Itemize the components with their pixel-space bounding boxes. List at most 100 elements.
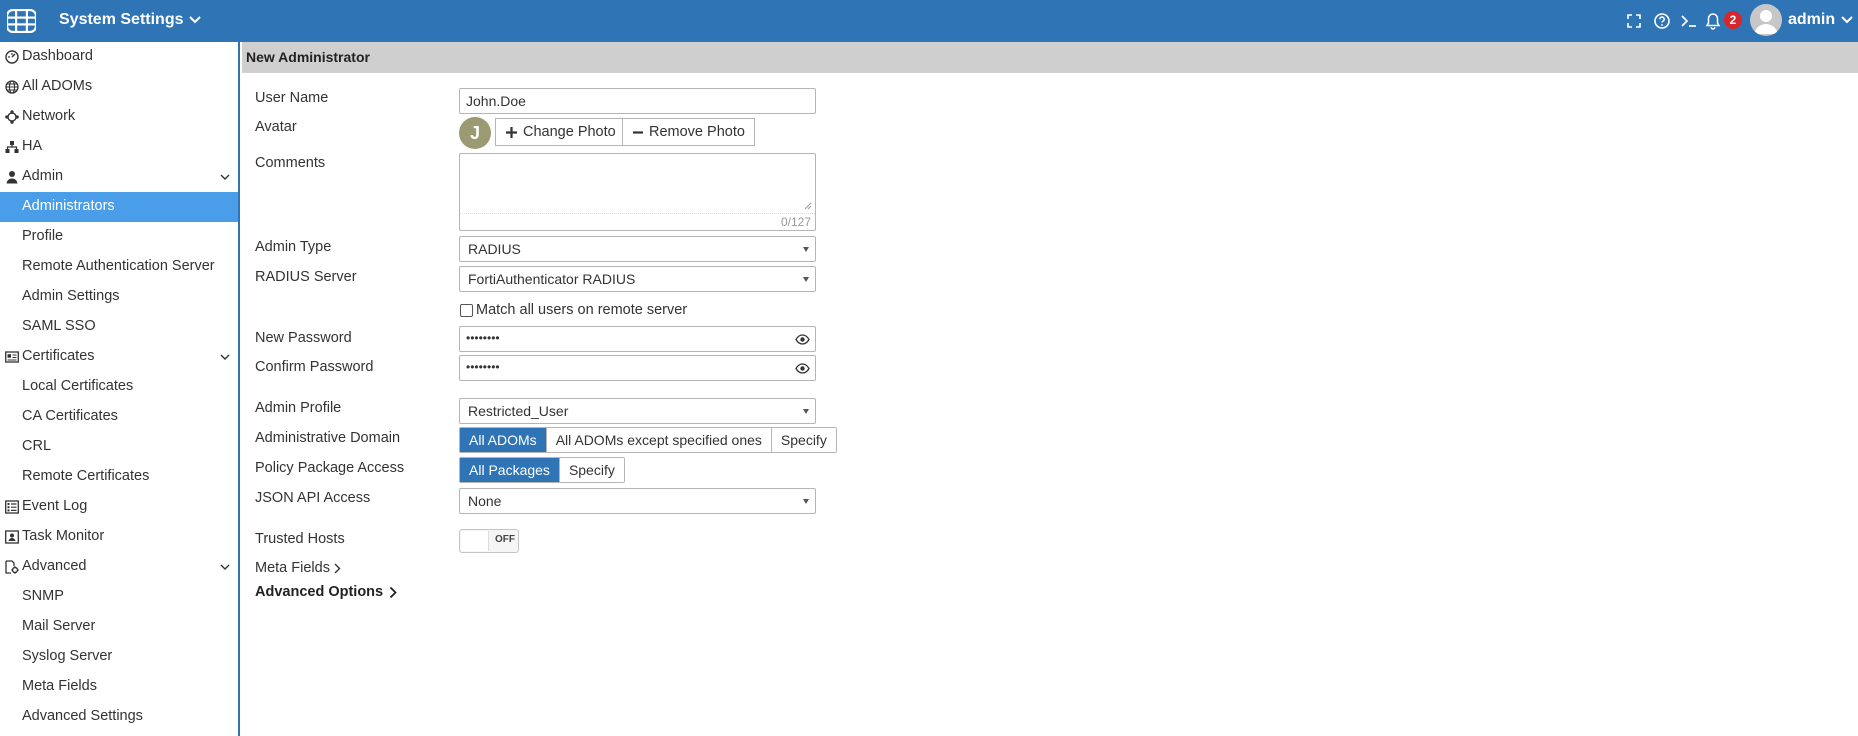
sidebar-item-local-certificates[interactable]: Local Certificates (0, 372, 238, 402)
sidebar-item-network[interactable]: Network (0, 102, 238, 132)
admin-domain-selector: All ADOMs All ADOMs except specified one… (459, 427, 837, 453)
match-all-users-checkbox[interactable] (460, 303, 473, 317)
meta-fields-expander[interactable]: Meta Fields (255, 560, 341, 576)
sidebar-item-task-monitor[interactable]: Task Monitor (0, 522, 238, 552)
trusted-hosts-toggle[interactable]: OFF (459, 529, 519, 553)
admin-type-value: RADIUS (468, 241, 521, 257)
admin-profile-select[interactable]: Restricted_User (459, 398, 816, 424)
toggle-knob (461, 531, 489, 551)
sidebar-item-label: CRL (22, 438, 52, 454)
eye-icon[interactable] (795, 334, 810, 345)
chevron-down-icon (1841, 16, 1853, 24)
network-icon (5, 110, 19, 124)
sidebar-item-event-log[interactable]: Event Log (0, 492, 238, 522)
username: admin (1788, 11, 1836, 28)
json-api-value: None (468, 493, 502, 509)
bell-icon[interactable] (1704, 12, 1722, 30)
new-password-label: New Password (255, 330, 352, 346)
plus-icon (506, 126, 517, 138)
remove-photo-button[interactable]: Remove Photo (622, 118, 755, 146)
sidebar-item-label: Dashboard (22, 48, 93, 64)
system-settings-menu[interactable]: System Settings (59, 11, 202, 29)
fortinet-logo-icon[interactable] (7, 9, 36, 33)
ha-icon (5, 141, 19, 153)
confirm-password-input[interactable]: •••••••• (459, 355, 816, 381)
caret-down-icon (803, 499, 809, 504)
caret-down-icon (803, 277, 809, 282)
user-name-input[interactable] (459, 88, 816, 114)
admin-profile-value: Restricted_User (468, 403, 569, 419)
textarea-footer-divider (460, 213, 815, 214)
policy-package-option-all-packages[interactable]: All Packages (460, 458, 559, 482)
chevron-right-icon (389, 586, 397, 598)
change-photo-label: Change Photo (523, 124, 616, 140)
notification-count-badge: 2 (1724, 11, 1742, 29)
sidebar-item-crl[interactable]: CRL (0, 432, 238, 462)
admin-domain-option-all-adoms[interactable]: All ADOMs (460, 428, 546, 452)
sidebar-item-remote-certificates[interactable]: Remote Certificates (0, 462, 238, 492)
sidebar-item-label: SAML SSO (22, 318, 96, 334)
sidebar-item-administrators[interactable]: Administrators (0, 192, 238, 222)
fullscreen-icon[interactable] (1625, 12, 1643, 30)
new-password-input[interactable]: •••••••• (459, 326, 816, 352)
caret-down-icon (803, 409, 809, 414)
user-menu[interactable]: admin (1750, 4, 1853, 36)
admin-domain-option-except-specified[interactable]: All ADOMs except specified ones (545, 428, 771, 452)
eye-icon[interactable] (795, 363, 810, 374)
admin-type-select[interactable]: RADIUS (459, 236, 816, 262)
sidebar-item-label: Remote Certificates (22, 468, 150, 484)
admin-type-label: Admin Type (255, 239, 332, 255)
sidebar-item-ca-certificates[interactable]: CA Certificates (0, 402, 238, 432)
radius-server-value: FortiAuthenticator RADIUS (468, 271, 636, 287)
sidebar-item-ha[interactable]: HA (0, 132, 238, 162)
sidebar-item-advanced[interactable]: Advanced (0, 552, 238, 582)
user-icon (6, 171, 18, 184)
change-photo-button[interactable]: Change Photo (495, 118, 626, 146)
json-api-label: JSON API Access (255, 490, 371, 506)
match-all-users-option[interactable]: Match all users on remote server (460, 302, 687, 318)
cli-console-icon[interactable] (1680, 12, 1698, 30)
help-icon[interactable] (1653, 12, 1671, 30)
sidebar-item-label: Certificates (22, 348, 95, 364)
sidebar-item-label: Local Certificates (22, 378, 134, 394)
user-silhouette-icon (1754, 10, 1778, 34)
sidebar-item-meta-fields[interactable]: Meta Fields (0, 672, 238, 702)
sidebar-item-snmp[interactable]: SNMP (0, 582, 238, 612)
match-all-users-label: Match all users on remote server (476, 302, 688, 318)
sidebar-item-syslog-server[interactable]: Syslog Server (0, 642, 238, 672)
advanced-options-expander[interactable]: Advanced Options (255, 584, 398, 600)
minus-icon (633, 130, 643, 134)
policy-package-option-specify[interactable]: Specify (558, 458, 624, 482)
caret-down-icon (803, 247, 809, 252)
chevron-right-icon (334, 563, 341, 573)
sidebar-item-certificates[interactable]: Certificates (0, 342, 238, 372)
avatar-label: Avatar (255, 119, 297, 135)
sidebar-item-label: Profile (22, 228, 64, 244)
resize-handle-icon[interactable] (804, 202, 812, 210)
sidebar-item-admin-settings[interactable]: Admin Settings (0, 282, 238, 312)
radius-server-select[interactable]: FortiAuthenticator RADIUS (459, 266, 816, 292)
user-name-label: User Name (255, 90, 329, 106)
remove-photo-label: Remove Photo (649, 124, 745, 140)
sidebar-item-dashboard[interactable]: Dashboard (0, 42, 238, 72)
admin-domain-option-specify[interactable]: Specify (770, 428, 836, 452)
json-api-select[interactable]: None (459, 488, 816, 514)
chevron-down-icon (220, 354, 230, 360)
toggle-state-text: OFF (495, 534, 515, 545)
advanced-icon (5, 560, 19, 574)
certificate-icon (5, 351, 19, 363)
globe-icon (5, 80, 19, 94)
sidebar-item-label: HA (22, 138, 43, 154)
comments-textarea[interactable]: 0/127 (459, 153, 816, 231)
sidebar-item-mail-server[interactable]: Mail Server (0, 612, 238, 642)
sidebar-item-label: SNMP (22, 588, 64, 604)
sidebar-item-advanced-settings[interactable]: Advanced Settings (0, 702, 238, 732)
event-log-icon (5, 500, 19, 514)
admin-domain-label: Administrative Domain (255, 430, 401, 446)
sidebar-item-all-adoms[interactable]: All ADOMs (0, 72, 238, 102)
chevron-down-icon (220, 174, 230, 180)
sidebar-item-admin[interactable]: Admin (0, 162, 238, 192)
sidebar-item-saml-sso[interactable]: SAML SSO (0, 312, 238, 342)
sidebar-item-remote-authentication-server[interactable]: Remote Authentication Server (0, 252, 238, 282)
sidebar-item-profile[interactable]: Profile (0, 222, 238, 252)
